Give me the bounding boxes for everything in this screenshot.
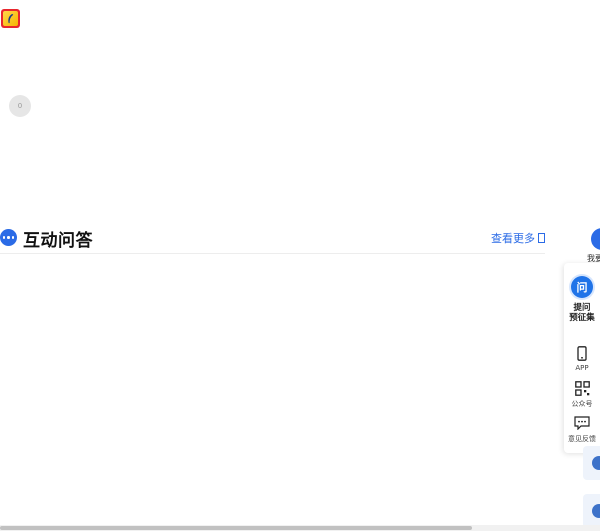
chat-bubble-icon (0, 229, 17, 246)
scrollbar-thumb[interactable] (0, 526, 472, 530)
edge-card-bottom[interactable] (583, 494, 600, 528)
sidebar-item-official-account[interactable]: 公众号 (564, 380, 600, 409)
qa-section-header: 互动问答 查看更多 (0, 225, 545, 254)
sidebar-item-label: 公众号 (571, 400, 593, 408)
edge-action-icon (591, 228, 600, 250)
sidebar-item-label: 意见反馈 (568, 435, 596, 443)
ask-icon: 问 (571, 276, 593, 298)
ask-question-button[interactable]: 问 提问 预征集 (564, 276, 600, 323)
sidebar-item-label: APP (575, 364, 589, 372)
feedback-icon (574, 415, 590, 431)
avatar-text: 0 (17, 102, 23, 110)
arrow-right-icon (538, 233, 545, 243)
sidebar-item-feedback[interactable]: 意见反馈 (564, 415, 600, 444)
floating-sidebar: 问 提问 预征集 APP 公众号 意见反馈 (564, 263, 600, 453)
horizontal-scrollbar[interactable] (0, 525, 600, 531)
edge-card-top[interactable] (583, 446, 600, 480)
view-more-link[interactable]: 查看更多 (491, 230, 545, 246)
edge-action-button[interactable]: 我要 (586, 226, 600, 266)
ask-label: 提问 预征集 (569, 303, 595, 323)
qr-code-icon (574, 380, 590, 396)
user-avatar-icon[interactable]: 0 (9, 95, 31, 117)
section-title: 互动问答 (23, 231, 93, 251)
edge-card-icon (592, 504, 600, 518)
view-more-label: 查看更多 (491, 232, 535, 245)
app-logo-icon[interactable] (1, 9, 20, 28)
sidebar-item-app[interactable]: APP (564, 345, 600, 372)
edge-card-icon (592, 456, 600, 470)
mobile-phone-icon (574, 345, 590, 361)
